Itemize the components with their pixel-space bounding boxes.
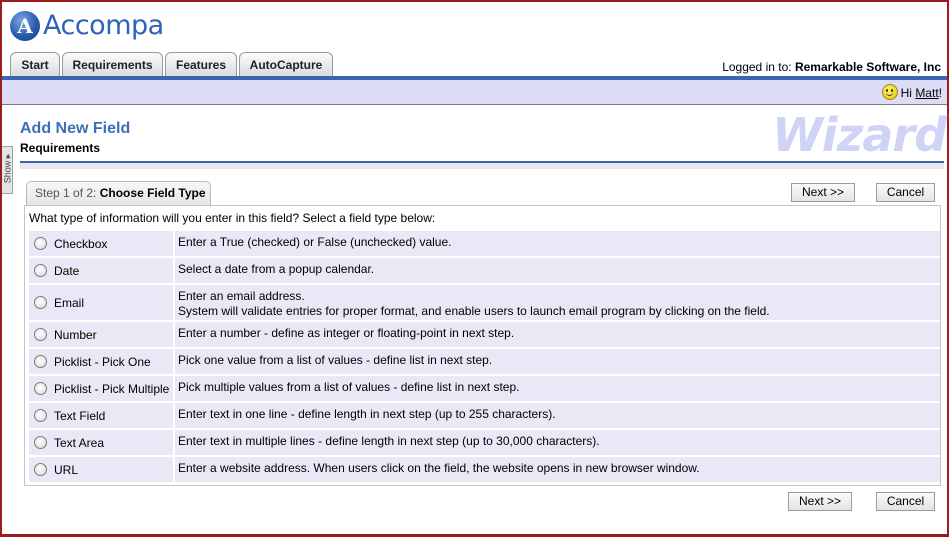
field-type-name: Email — [54, 295, 85, 310]
field-type-desc: Enter a website address. When users clic… — [178, 461, 700, 475]
field-type-desc: Enter text in multiple lines - define le… — [178, 434, 600, 448]
field-type-name: Checkbox — [54, 236, 108, 251]
radio-date[interactable] — [34, 263, 47, 277]
field-type-panel: What type of information will you enter … — [24, 205, 941, 486]
field-type-name: Text Field — [54, 408, 106, 423]
field-type-row-text-field[interactable]: Text Field Enter text in one line - defi… — [29, 403, 940, 428]
radio-text-area[interactable] — [34, 435, 47, 449]
field-type-name-cell: Number — [29, 322, 173, 347]
radio-email[interactable] — [34, 295, 47, 309]
field-type-desc-cell: Enter a number - define as integer or fl… — [175, 322, 940, 347]
step-tab: Step 1 of 2: Choose Field Type — [26, 181, 211, 205]
logo-text: Accompa — [43, 10, 164, 41]
tab-start[interactable]: Start — [10, 52, 60, 76]
field-type-name-cell: Date — [29, 258, 173, 283]
radio-picklist-multiple[interactable] — [34, 381, 47, 395]
logo-icon: A — [10, 11, 40, 41]
field-type-list: Checkbox Enter a True (checked) or False… — [29, 231, 940, 484]
field-type-desc: Pick multiple values from a list of valu… — [178, 380, 520, 394]
greeting-prefix: Hi — [900, 86, 912, 100]
field-type-desc-cell: Enter an email address. System will valid… — [175, 285, 940, 320]
login-prefix: Logged in to: — [722, 60, 792, 74]
login-org: Remarkable Software, Inc — [794, 60, 941, 74]
page-subtitle: Requirements — [20, 141, 101, 155]
wizard-watermark: Wizard — [772, 108, 947, 162]
field-type-desc: Pick one value from a list of values - d… — [178, 353, 493, 367]
tab-autocapture[interactable]: AutoCapture — [239, 52, 333, 76]
user-link[interactable]: Matt — [915, 86, 938, 100]
field-type-desc-line2: System will validate entries for proper … — [178, 304, 770, 318]
field-type-name: Date — [54, 263, 80, 278]
field-type-row-picklist-multiple[interactable]: Picklist - Pick Multiple Pick multiple v… — [29, 376, 940, 401]
field-type-row-picklist-one[interactable]: Picklist - Pick One Pick one value from … — [29, 349, 940, 374]
show-label: Show ▸ — [2, 153, 13, 184]
field-type-question: What type of information will you enter … — [29, 211, 436, 225]
greeting-suffix: ! — [938, 86, 942, 100]
field-type-desc: Enter an email address. — [178, 289, 305, 303]
greeting-bar: Hi Matt! — [2, 80, 947, 105]
show-sidebar-toggle[interactable]: Show ▸ — [2, 146, 13, 194]
field-type-row-date[interactable]: Date Select a date from a popup calendar… — [29, 258, 940, 283]
page-title: Add New Field — [20, 120, 131, 137]
field-type-name-cell: Text Area — [29, 430, 173, 455]
field-type-name-cell: Picklist - Pick Multiple — [29, 376, 173, 401]
next-button-bottom[interactable]: Next >> — [788, 492, 852, 511]
cancel-button-top[interactable]: Cancel — [876, 183, 935, 202]
field-type-name-cell: Picklist - Pick One — [29, 349, 173, 374]
field-type-desc-cell: Select a date from a popup calendar. — [175, 258, 940, 283]
field-type-desc-cell: Pick multiple values from a list of valu… — [175, 376, 940, 401]
field-type-name-cell: Text Field — [29, 403, 173, 428]
field-type-name-cell: Checkbox — [29, 231, 173, 256]
cancel-button-bottom[interactable]: Cancel — [876, 492, 935, 511]
field-type-name: Picklist - Pick Multiple — [54, 381, 170, 396]
field-type-desc: Enter a True (checked) or False (uncheck… — [178, 235, 452, 249]
field-type-row-checkbox[interactable]: Checkbox Enter a True (checked) or False… — [29, 231, 940, 256]
field-type-name: Text Area — [54, 435, 105, 450]
radio-number[interactable] — [34, 327, 47, 341]
field-type-row-number[interactable]: Number Enter a number - define as intege… — [29, 322, 940, 347]
smiley-icon — [881, 84, 898, 100]
radio-picklist-one[interactable] — [34, 354, 47, 368]
next-button-top[interactable]: Next >> — [791, 183, 855, 202]
field-type-row-url[interactable]: URL Enter a website address. When users … — [29, 457, 940, 482]
field-type-desc-cell: Enter a True (checked) or False (uncheck… — [175, 231, 940, 256]
radio-text-field[interactable] — [34, 408, 47, 422]
title-shadow — [20, 163, 944, 169]
field-type-desc-cell: Pick one value from a list of values - d… — [175, 349, 940, 374]
field-type-name-cell: URL — [29, 457, 173, 482]
field-type-desc: Select a date from a popup calendar. — [178, 262, 375, 276]
field-type-desc-cell: Enter text in multiple lines - define le… — [175, 430, 940, 455]
login-info: Logged in to: Remarkable Software, Inc — [722, 60, 941, 74]
field-type-name: Picklist - Pick One — [54, 354, 151, 369]
field-type-desc: Enter text in one line - define length i… — [178, 407, 556, 421]
field-type-desc-cell: Enter a website address. When users clic… — [175, 457, 940, 482]
tab-requirements[interactable]: Requirements — [62, 52, 163, 76]
step-label: Step 1 of 2: — [35, 186, 97, 200]
field-type-name: Number — [54, 327, 97, 342]
field-type-row-text-area[interactable]: Text Area Enter text in multiple lines -… — [29, 430, 940, 455]
tab-features[interactable]: Features — [165, 52, 237, 76]
field-type-row-email[interactable]: Email Enter an email address. System will… — [29, 285, 940, 320]
field-type-name: URL — [54, 462, 79, 477]
field-type-desc: Enter a number - define as integer or fl… — [178, 326, 515, 340]
radio-checkbox[interactable] — [34, 236, 47, 250]
step-value: Choose Field Type — [99, 186, 206, 200]
field-type-name-cell: Email — [29, 285, 173, 320]
greeting: Hi Matt! — [881, 84, 942, 100]
radio-url[interactable] — [34, 462, 47, 476]
field-type-desc-cell: Enter text in one line - define length i… — [175, 403, 940, 428]
